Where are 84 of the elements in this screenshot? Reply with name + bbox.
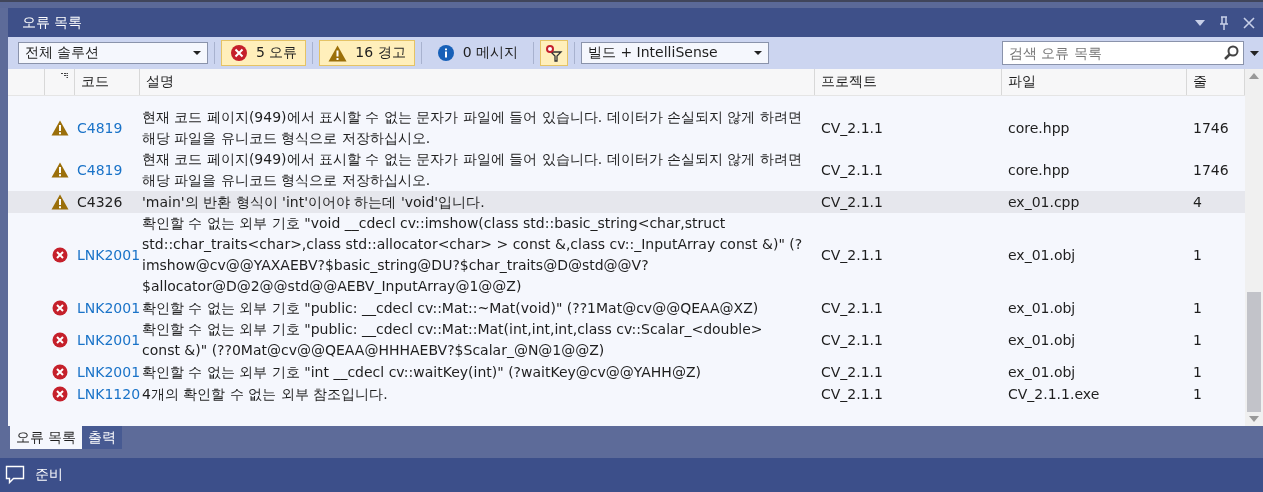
error-code-link[interactable]: LNK2001: [77, 297, 141, 319]
file-cell-text: CV_2.1.1.exe: [1008, 384, 1100, 404]
project-cell-text: CV_2.1.1: [821, 330, 883, 350]
column-header[interactable]: 설명: [146, 73, 174, 91]
error-code-link[interactable]: C4819: [77, 159, 123, 181]
filter-toggle-button[interactable]: 0 메시지: [427, 40, 527, 66]
error-code-link[interactable]: C4819: [77, 117, 123, 139]
file-cell-text: core.hpp: [1008, 160, 1070, 180]
project-cell-text: CV_2.1.1: [821, 384, 883, 404]
error-code-link[interactable]: LNK1120: [77, 383, 141, 405]
error-code-link[interactable]: LNK2001: [77, 329, 141, 351]
source-dropdown[interactable]: 빌드 + IntelliSense: [581, 42, 769, 64]
warning-icon: [51, 120, 69, 136]
warning-icon: [51, 194, 69, 210]
description-text: 4개의 확인할 수 없는 외부 참조입니다.: [142, 385, 388, 402]
info-icon: [436, 44, 455, 62]
project-cell-text: CV_2.1.1: [821, 160, 883, 180]
line-cell-text: 1: [1193, 245, 1202, 265]
pin-icon[interactable]: [1219, 15, 1229, 30]
line-cell-text: 1: [1193, 330, 1202, 350]
description-text: 확인할 수 없는 외부 기호 "public: __cdecl cv::Mat::~Mat(void)" (??1Mat@cv@@QEAA@XZ): [142, 299, 759, 316]
description-text: 확인할 수 없는 외부 기호 "void __cdecl cv::imshow(class std::basic_string<char,struct std::char_traits<char>,class std::allocator<char> > const &,class cv::_InputArray const &)" (?imshow@cv@@YAXAEBV?$basic_string@DU?$char_traits@D@std@@V?$allocator@D@2@@std@@AEBV_InputArray@1@@Z): [142, 215, 803, 294]
line-cell-text: 1: [1193, 384, 1202, 404]
line-cell-text: 1746: [1193, 160, 1229, 180]
description-text: 확인할 수 없는 외부 기호 "int __cdecl cv::waitKey(int)" (?waitKey@cv@@YAHH@Z): [142, 363, 701, 380]
line-cell-text: 1: [1193, 362, 1202, 382]
caret-icon: [754, 51, 762, 55]
error-code-link[interactable]: LNK2001: [77, 361, 141, 383]
scope-dropdown[interactable]: 전체 솔루션: [18, 42, 208, 64]
warning-icon: [328, 44, 348, 62]
description-text: 확인할 수 없는 외부 기호 "public: __cdecl cv::Mat::Mat(int,int,int,class cv::Scalar_<double> const &)" (??0Mat@cv@@QEAA@HHHAEBV?$Scalar_@N@1@@Z): [142, 321, 763, 358]
file-cell-text: ex_01.cpp: [1008, 192, 1080, 212]
error-icon: [52, 300, 68, 316]
project-cell-text: CV_2.1.1: [821, 245, 883, 265]
sort-icon[interactable]: [61, 73, 68, 78]
line-cell-text: 4: [1193, 192, 1202, 212]
dropdown-icon[interactable]: [1250, 50, 1259, 56]
error-icon: [52, 247, 68, 263]
project-cell-text: CV_2.1.1: [821, 298, 883, 318]
column-header[interactable]: 프로젝트: [821, 73, 877, 91]
error-icon: [52, 386, 68, 402]
column-header[interactable]: 줄: [1193, 73, 1207, 91]
column-header[interactable]: 코드: [81, 73, 109, 91]
project-cell-text: CV_2.1.1: [821, 192, 883, 212]
error-row[interactable]: C4819 현재 코드 페이지(949)에서 표시할 수 없는 문자가 파일에 들어 있습니다. 데이터가 손실되지 않게 하려면 해당 파일을 유니코드 형식으로 저장하십시오. CV_2.1.1 core.hpp 1746: [8, 149, 1245, 191]
project-cell-text: CV_2.1.1: [821, 118, 883, 138]
dropdown-icon[interactable]: [1195, 19, 1205, 26]
status-text: 준비: [35, 466, 63, 484]
error-icon: [52, 364, 68, 380]
error-row[interactable]: C4326 'main'의 반환 형식이 'int'이어야 하는데 'void'입니다. CV_2.1.1 ex_01.cpp 4: [8, 191, 1245, 213]
error-row[interactable]: LNK2001 확인할 수 없는 외부 기호 "int __cdecl cv::waitKey(int)" (?waitKey@cv@@YAHH@Z) CV_2.1.1 ex_01.obj 1: [8, 361, 1245, 383]
error-row[interactable]: LNK2001 확인할 수 없는 외부 기호 "public: __cdecl cv::Mat::Mat(int,int,int,class cv::Scalar_<double> const &)" (??0Mat@cv@@QEAA@HHHAEBV?$Scalar_@N@1@@Z) CV_2.1.1 ex_01.obj 1: [8, 319, 1245, 361]
file-cell-text: ex_01.obj: [1008, 330, 1076, 350]
close-icon[interactable]: [1243, 16, 1255, 29]
file-cell-text: ex_01.obj: [1008, 298, 1076, 318]
error-row[interactable]: C4819 현재 코드 페이지(949)에서 표시할 수 없는 문자가 파일에 들어 있습니다. 데이터가 손실되지 않게 하려면 해당 파일을 유니코드 형식으로 저장하십시오. CV_2.1.1 core.hpp 1746: [8, 107, 1245, 149]
search-field[interactable]: 검색 오류 목록: [1002, 41, 1244, 65]
comment-icon[interactable]: [5, 465, 25, 485]
error-row[interactable]: LNK11204개의 확인할 수 없는 외부 참조입니다. CV_2.1.1 CV_2.1.1.exe 1: [8, 383, 1245, 405]
column-header[interactable]: 파일: [1008, 73, 1036, 91]
panel-tab[interactable]: 오류 목록: [10, 426, 83, 449]
window-title: 오류 목록: [22, 13, 83, 32]
panel-tab[interactable]: 출력: [82, 426, 123, 449]
error-row[interactable]: LNK2001 확인할 수 없는 외부 기호 "public: __cdecl cv::Mat::~Mat(void)" (??1Mat@cv@@QEAA@XZ) CV_2.1.1 ex_01.obj 1: [8, 297, 1245, 319]
error-code: C4326: [77, 192, 123, 212]
error-icon: [230, 44, 248, 62]
error-icon: [52, 332, 68, 348]
line-cell-text: 1: [1193, 298, 1202, 318]
filter-toggle-button[interactable]: 5 오류: [221, 40, 307, 66]
search-icon[interactable]: [1223, 45, 1239, 61]
line-cell-text: 1746: [1193, 118, 1229, 138]
scrollbar-thumb[interactable]: [1247, 292, 1261, 412]
project-cell-text: CV_2.1.1: [821, 362, 883, 382]
warning-icon: [51, 162, 69, 178]
description-text: 현재 코드 페이지(949)에서 표시할 수 없는 문자가 파일에 들어 있습니다. 데이터가 손실되지 않게 하려면 해당 파일을 유니코드 형식으로 저장하십시오.: [142, 109, 802, 146]
caret-icon: [193, 51, 201, 55]
file-cell-text: core.hpp: [1008, 118, 1070, 138]
description-text: 'main'의 반환 형식이 'int'이어야 하는데 'void'입니다.: [142, 193, 485, 210]
file-cell-text: ex_01.obj: [1008, 245, 1076, 265]
file-cell-text: ex_01.obj: [1008, 362, 1076, 382]
error-code-link[interactable]: LNK2001: [77, 244, 141, 266]
filter-toggle-button[interactable]: 16 경고: [319, 40, 415, 66]
description-text: 현재 코드 페이지(949)에서 표시할 수 없는 문자가 파일에 들어 있습니다. 데이터가 손실되지 않게 하려면 해당 파일을 유니코드 형식으로 저장하십시오.: [142, 151, 802, 188]
filter-button[interactable]: [540, 40, 568, 66]
